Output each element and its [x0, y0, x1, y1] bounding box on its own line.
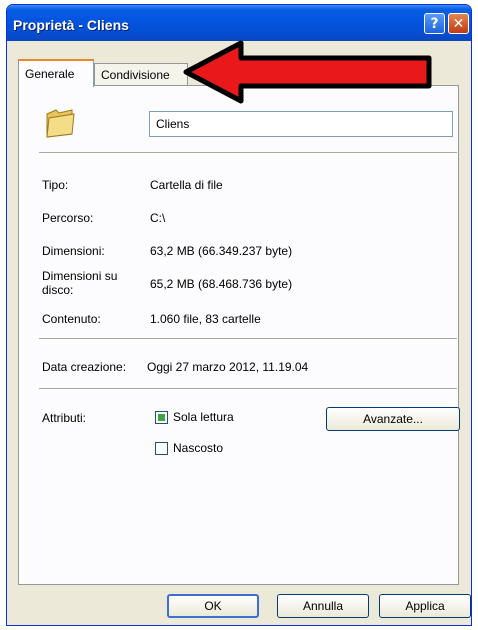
readonly-checkbox[interactable] [155, 411, 168, 424]
location-label: Percorso: [42, 211, 94, 225]
hidden-label[interactable]: Nascosto [173, 441, 223, 455]
type-label: Tipo: [42, 178, 69, 192]
size-on-disk-value: 65,2 MB (68.468.736 byte) [150, 277, 293, 291]
tab-sharing[interactable]: Condivisione [94, 63, 188, 87]
close-button[interactable]: ✕ [448, 13, 469, 34]
separator [39, 388, 457, 390]
cancel-button[interactable]: Annulla [277, 594, 369, 618]
size-value: 63,2 MB (66.349.237 byte) [150, 244, 293, 258]
attributes-label: Attributi: [42, 411, 87, 425]
folder-name-field[interactable]: Cliens [149, 111, 453, 137]
red-arrow-annotation [183, 40, 432, 104]
created-value: Oggi 27 marzo 2012, 11.19.04 [147, 360, 309, 374]
help-button[interactable]: ? [424, 13, 445, 34]
general-panel: Cliens Tipo: Cartella di file Percorso: … [18, 85, 460, 585]
separator [39, 152, 457, 154]
location-value: C:\ [150, 211, 166, 225]
folder-icon [46, 109, 75, 138]
window-title: Proprietà - Cliens [13, 17, 129, 33]
tab-general[interactable]: Generale [18, 59, 94, 87]
apply-button[interactable]: Applica [379, 594, 471, 618]
type-value: Cartella di file [150, 178, 223, 192]
separator [39, 338, 457, 340]
contents-label: Contenuto: [42, 312, 101, 326]
size-on-disk-label: Dimensioni su disco: [42, 269, 118, 297]
contents-value: 1.060 file, 83 cartelle [150, 312, 261, 326]
title-bar[interactable]: Proprietà - Cliens ? ✕ [7, 5, 471, 41]
size-label: Dimensioni: [42, 244, 105, 258]
hidden-checkbox[interactable] [155, 442, 168, 455]
created-label: Data creazione: [42, 360, 127, 374]
help-icon: ? [430, 15, 439, 32]
advanced-button[interactable]: Avanzate... [326, 407, 460, 431]
close-icon: ✕ [452, 15, 465, 32]
ok-button[interactable]: OK [167, 594, 259, 618]
readonly-label[interactable]: Sola lettura [173, 410, 234, 424]
